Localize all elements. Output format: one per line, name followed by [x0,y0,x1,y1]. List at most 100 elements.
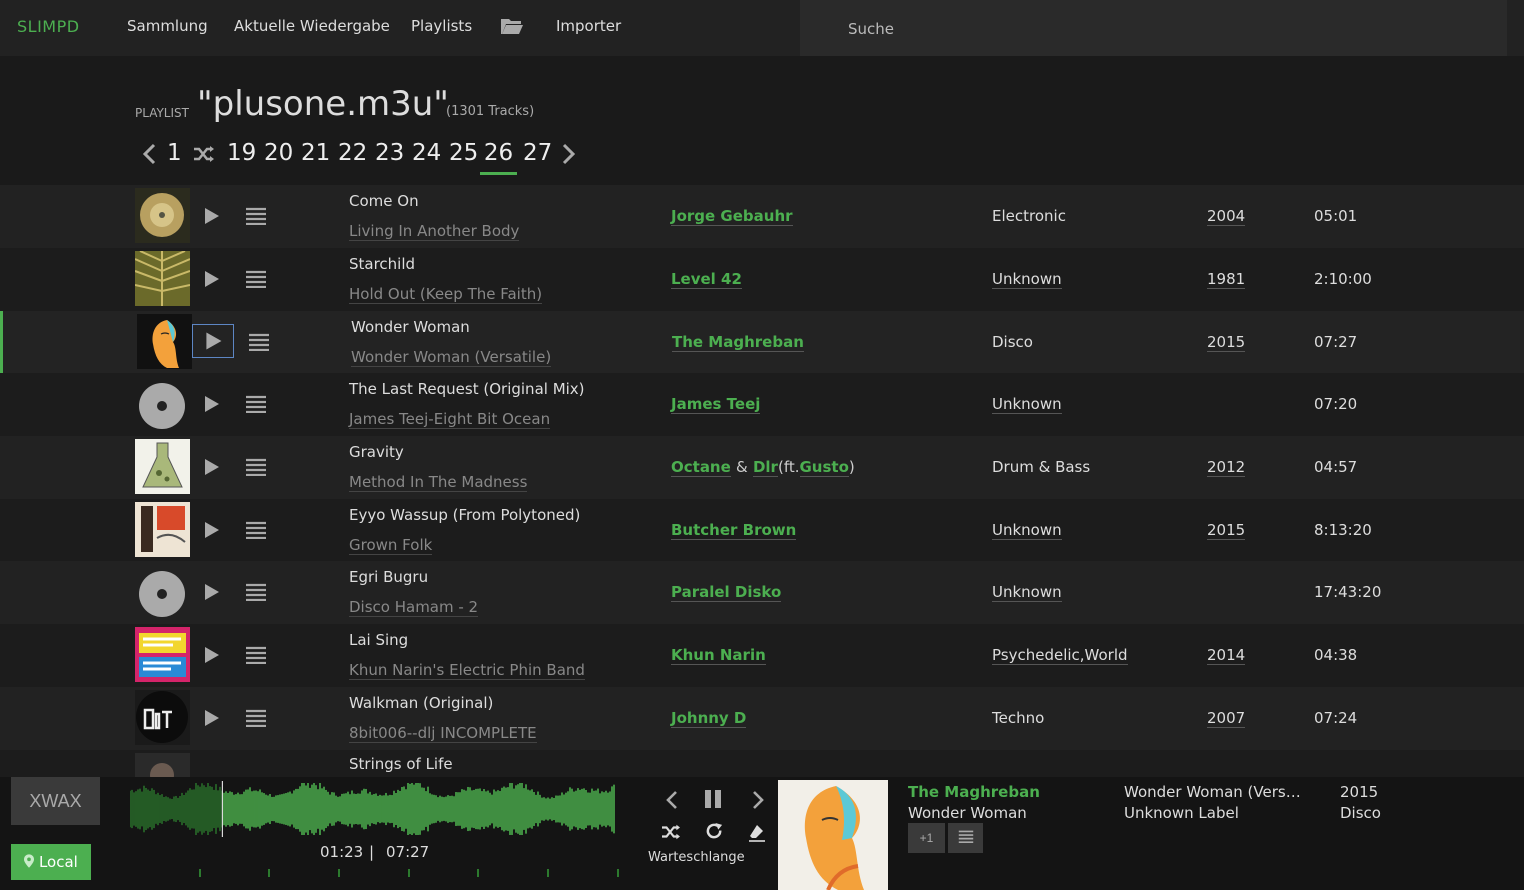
track-genre[interactable]: Unknown [992,395,1062,414]
play-icon[interactable] [200,519,222,541]
track-year[interactable]: 2015 [1207,333,1246,352]
track-artist[interactable]: James Teej [671,395,761,414]
page-27[interactable]: 27 [523,140,552,166]
track-artist[interactable]: Paralel Disko [671,583,782,602]
queue-label[interactable]: Warteschlange [648,850,745,865]
play-icon[interactable] [200,393,222,415]
track-artist[interactable]: Jorge Gebauhr [671,207,793,226]
menu-icon[interactable] [245,583,267,601]
track-album[interactable]: Living In Another Body [349,222,520,241]
track-album[interactable]: James Teej-Eight Bit Ocean [349,410,551,429]
track-genre[interactable]: Unknown [992,521,1062,540]
table-row[interactable]: Walkman (Original) 8bit006--dlj INCOMPLE… [0,687,1524,750]
now-playing-year[interactable]: 2015 [1340,783,1378,801]
album-cover[interactable] [135,690,190,745]
page-23[interactable]: 23 [375,140,404,166]
artist-link[interactable]: Johnny D [671,709,747,728]
track-album[interactable]: Disco Hamam - 2 [349,598,479,617]
artist-link[interactable]: Level 42 [671,270,742,289]
now-playing-label[interactable]: Unknown Label [1124,804,1239,822]
artist-link[interactable]: Gusto [799,458,849,477]
track-title[interactable]: Eyyo Wassup (From Polytoned) [349,506,580,524]
album-cover[interactable] [135,439,190,494]
track-album[interactable]: Wonder Woman (Versatile) [351,348,552,367]
track-genre[interactable]: Psychedelic,World [992,646,1128,665]
track-album[interactable]: Grown Folk [349,536,433,555]
page-20[interactable]: 20 [264,140,293,166]
play-icon[interactable] [200,456,222,478]
track-year[interactable]: 2012 [1207,458,1246,477]
track-artist[interactable]: Khun Narin [671,646,766,665]
menu-icon[interactable] [245,270,267,288]
table-row[interactable]: Egri Bugru Disco Hamam - 2 Paralel Disko… [0,561,1524,624]
track-title[interactable]: Gravity [349,443,404,461]
page-21[interactable]: 21 [301,140,330,166]
track-title[interactable]: Lai Sing [349,631,408,649]
plus-one-button[interactable]: +1 [908,823,945,853]
now-playing-menu-button[interactable] [948,823,983,853]
track-genre[interactable]: Drum & Bass [992,458,1090,476]
table-row[interactable]: Gravity Method In The Madness Octane & D… [0,436,1524,499]
folder-open-icon[interactable] [500,16,524,36]
album-cover[interactable] [135,188,190,243]
previous-page-icon[interactable] [140,143,160,165]
nav-playlists[interactable]: Playlists [411,17,472,35]
track-album[interactable]: 8bit006--dlj INCOMPLETE [349,724,537,743]
track-album[interactable]: Method In The Madness [349,473,528,492]
track-year[interactable]: 2015 [1207,521,1246,540]
table-row[interactable]: Eyyo Wassup (From Polytoned) Grown Folk … [0,499,1524,562]
album-cover[interactable] [135,627,190,682]
previous-track-icon[interactable] [662,789,684,811]
nav-importer[interactable]: Importer [556,17,621,35]
artist-link[interactable]: Khun Narin [671,646,766,665]
page-24[interactable]: 24 [412,140,441,166]
nav-aktuelle-wiedergabe[interactable]: Aktuelle Wiedergabe [234,17,390,35]
page-25[interactable]: 25 [449,140,478,166]
waveform-seekbar[interactable] [130,781,616,837]
menu-icon[interactable] [245,646,267,664]
repeat-icon[interactable] [705,822,724,841]
next-page-icon[interactable] [558,143,578,165]
track-year[interactable]: 1981 [1207,270,1246,289]
artist-link[interactable]: The Maghreban [672,333,804,352]
xwax-button[interactable]: XWAX [11,777,100,825]
table-row[interactable]: The Last Request (Original Mix) James Te… [0,373,1524,436]
track-year[interactable]: 2014 [1207,646,1246,665]
track-title[interactable]: Strings of Life [349,755,453,773]
artist-link[interactable]: Dlr [752,458,778,477]
artist-link[interactable]: Paralel Disko [671,583,782,602]
page-26-active[interactable]: 26 [480,140,517,175]
app-logo[interactable]: SLIMPD [17,17,80,36]
album-cover[interactable] [135,251,190,306]
track-title[interactable]: Walkman (Original) [349,694,493,712]
track-year[interactable]: 2007 [1207,709,1246,728]
track-artist[interactable]: Level 42 [671,270,742,289]
menu-icon[interactable] [245,458,267,476]
play-icon[interactable] [200,268,222,290]
track-artist[interactable]: The Maghreban [672,333,804,352]
track-title[interactable]: Come On [349,192,419,210]
track-artist[interactable]: Johnny D [671,709,747,728]
now-playing-genre[interactable]: Disco [1340,804,1381,822]
page-22[interactable]: 22 [338,140,367,166]
nav-sammlung[interactable]: Sammlung [127,17,208,35]
now-playing-title[interactable]: Wonder Woman [908,804,1027,822]
track-artist[interactable]: Butcher Brown [671,521,797,540]
artist-link[interactable]: Jorge Gebauhr [671,207,793,226]
default-cover-icon[interactable] [135,564,190,619]
menu-icon[interactable] [245,207,267,225]
now-playing-artist[interactable]: The Maghreban [908,783,1040,801]
artist-link[interactable]: Butcher Brown [671,521,797,540]
play-icon[interactable] [200,707,222,729]
play-icon[interactable] [200,581,222,603]
search-input[interactable] [846,18,1446,40]
track-year[interactable]: 2004 [1207,207,1246,226]
play-icon[interactable] [200,205,222,227]
table-row[interactable]: Come On Living In Another Body Jorge Geb… [0,185,1524,248]
table-row[interactable]: Lai Sing Khun Narin's Electric Phin Band… [0,624,1524,687]
track-genre[interactable]: Unknown [992,270,1062,289]
play-icon[interactable] [200,644,222,666]
track-artist[interactable]: Octane & Dlr(ft.Gusto) [671,458,855,477]
menu-icon[interactable] [245,521,267,539]
pause-icon[interactable] [702,788,724,810]
